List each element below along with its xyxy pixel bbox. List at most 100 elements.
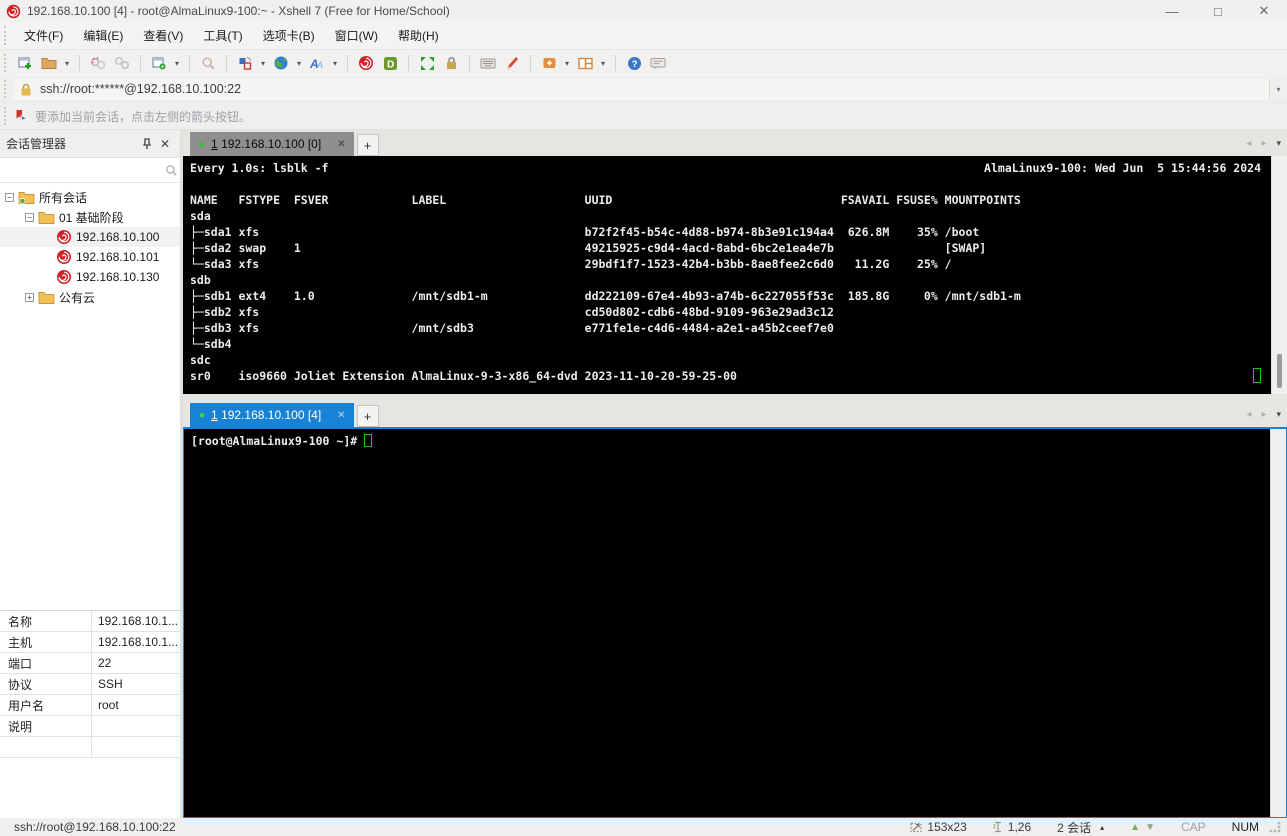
- tab-list-dropdown-icon[interactable]: ▾: [1276, 138, 1281, 149]
- property-value[interactable]: 192.168.10.1...: [92, 614, 183, 628]
- web-browser-dropdown[interactable]: ▾: [294, 59, 304, 68]
- tab-close-icon[interactable]: ✕: [337, 139, 345, 150]
- status-session-count[interactable]: 2 会话 ▴: [1057, 819, 1104, 836]
- pane-splitter[interactable]: [183, 394, 1287, 401]
- color-scheme-button[interactable]: [234, 52, 256, 74]
- open-session-dropdown[interactable]: ▾: [62, 59, 72, 68]
- menu-help[interactable]: 帮助(H): [388, 23, 449, 48]
- scrollbar-thumb[interactable]: [1277, 354, 1282, 388]
- find-button[interactable]: [197, 52, 219, 74]
- session-search-icon[interactable]: [163, 164, 180, 177]
- tab-scroll-right-icon[interactable]: ▸: [1261, 409, 1266, 420]
- menu-tab[interactable]: 选项卡(B): [253, 23, 325, 48]
- new-session-button[interactable]: [14, 52, 36, 74]
- xftp-app-button[interactable]: D: [379, 52, 401, 74]
- property-value[interactable]: SSH: [92, 677, 183, 691]
- close-button[interactable]: ✕: [1241, 0, 1287, 22]
- menu-file[interactable]: 文件(F): [14, 23, 73, 48]
- property-row-protocol[interactable]: 协议 SSH: [0, 674, 183, 695]
- resize-grip[interactable]: [1269, 821, 1281, 833]
- maximize-button[interactable]: □: [1195, 0, 1241, 22]
- tree-label[interactable]: 192.168.10.130: [76, 270, 159, 284]
- tile-layout-button[interactable]: [574, 52, 596, 74]
- tree-node-all-sessions[interactable]: − 所有会话: [0, 187, 180, 207]
- tab-nav-bottom: ◂ ▸ ▾: [1246, 401, 1281, 427]
- tree-label[interactable]: 所有会话: [39, 189, 87, 206]
- tab-session-watch[interactable]: ● 1 192.168.10.100 [0] ✕: [190, 132, 354, 156]
- tile-layout-dropdown[interactable]: ▾: [598, 59, 608, 68]
- web-browser-button[interactable]: [270, 52, 292, 74]
- menu-edit[interactable]: 编辑(E): [73, 23, 133, 48]
- menubar-grip[interactable]: [4, 26, 9, 45]
- tree-label[interactable]: 公有云: [59, 289, 95, 306]
- property-value[interactable]: 192.168.10.1...: [92, 635, 183, 649]
- font-dropdown[interactable]: ▾: [330, 59, 340, 68]
- tree-label[interactable]: 192.168.10.101: [76, 250, 159, 264]
- toolbar-grip[interactable]: [4, 53, 9, 73]
- reconnect-button[interactable]: [111, 52, 133, 74]
- addressbar-grip[interactable]: [4, 79, 9, 99]
- lock-screen-button[interactable]: [440, 52, 462, 74]
- tree-node-session-100[interactable]: 192.168.10.100: [0, 227, 180, 247]
- property-key: 用户名: [0, 695, 92, 715]
- session-search-input[interactable]: [0, 158, 163, 182]
- new-file-button[interactable]: [538, 52, 560, 74]
- property-value[interactable]: root: [92, 698, 183, 712]
- open-session-button[interactable]: [38, 52, 60, 74]
- expand-icon[interactable]: +: [25, 292, 34, 302]
- new-tab-button[interactable]: +: [356, 405, 379, 427]
- property-row-port[interactable]: 端口 22: [0, 653, 183, 674]
- tab-scroll-left-icon[interactable]: ◂: [1246, 138, 1251, 149]
- feedback-button[interactable]: [647, 52, 669, 74]
- tab-session-active[interactable]: ● 1 192.168.10.100 [4] ✕: [190, 403, 354, 427]
- terminal-shell-scrollbar[interactable]: [1270, 429, 1286, 817]
- terminal-shell[interactable]: [root@AlmaLinux9-100 ~]#: [183, 429, 1287, 818]
- property-row-description[interactable]: 说明: [0, 716, 183, 737]
- add-session-flag-icon[interactable]: [14, 109, 28, 123]
- session-count-dropdown-icon[interactable]: ▴: [1100, 823, 1104, 832]
- session-manager-panel: 会话管理器 ✕ − 所有会话 − 01 基础阶段 192.168.10.100 …: [0, 130, 183, 818]
- session-properties-button[interactable]: [148, 52, 170, 74]
- font-button[interactable]: AA: [306, 52, 328, 74]
- fullscreen-button[interactable]: [416, 52, 438, 74]
- color-scheme-dropdown[interactable]: ▾: [258, 59, 268, 68]
- tab-scroll-left-icon[interactable]: ◂: [1246, 409, 1251, 420]
- tree-node-session-101[interactable]: 192.168.10.101: [0, 247, 180, 267]
- collapse-icon[interactable]: −: [5, 192, 14, 202]
- virtual-keyboard-button[interactable]: [477, 52, 499, 74]
- infobar-grip[interactable]: [4, 106, 9, 126]
- terminal-watch-scrollbar[interactable]: [1271, 156, 1287, 394]
- address-field[interactable]: ssh://root:******@192.168.10.100:22: [14, 78, 1269, 100]
- tree-node-folder-cloud[interactable]: + 公有云: [0, 287, 180, 307]
- property-row-name[interactable]: 名称 192.168.10.1...: [0, 611, 183, 632]
- pin-panel-icon[interactable]: [138, 135, 156, 153]
- new-tab-button[interactable]: +: [356, 134, 379, 156]
- tab-close-icon[interactable]: ✕: [337, 410, 345, 421]
- property-value[interactable]: 22: [92, 656, 183, 670]
- close-panel-icon[interactable]: ✕: [156, 135, 174, 153]
- upload-arrow-icon[interactable]: ▲: [1130, 822, 1140, 833]
- new-file-dropdown[interactable]: ▾: [562, 59, 572, 68]
- help-button[interactable]: ?: [623, 52, 645, 74]
- xshell-app-button[interactable]: [355, 52, 377, 74]
- tree-label[interactable]: 01 基础阶段: [59, 209, 124, 226]
- menu-tools[interactable]: 工具(T): [193, 23, 252, 48]
- address-url[interactable]: ssh://root:******@192.168.10.100:22: [40, 82, 241, 96]
- terminal-watch[interactable]: Every 1.0s: lsblk -f AlmaLinux9-100: Wed…: [183, 156, 1287, 394]
- tree-label[interactable]: 192.168.10.100: [76, 230, 159, 244]
- tab-scroll-right-icon[interactable]: ▸: [1261, 138, 1266, 149]
- minimize-button[interactable]: —: [1149, 0, 1195, 22]
- session-properties-dropdown[interactable]: ▾: [172, 59, 182, 68]
- menu-view[interactable]: 查看(V): [133, 23, 193, 48]
- highlighter-button[interactable]: [501, 52, 523, 74]
- tree-node-session-130[interactable]: 192.168.10.130: [0, 267, 180, 287]
- download-arrow-icon[interactable]: ▼: [1145, 822, 1155, 833]
- disconnect-button[interactable]: [87, 52, 109, 74]
- address-dropdown[interactable]: ▾: [1269, 78, 1287, 100]
- property-row-host[interactable]: 主机 192.168.10.1...: [0, 632, 183, 653]
- menu-window[interactable]: 窗口(W): [325, 23, 388, 48]
- tree-node-folder-basic[interactable]: − 01 基础阶段: [0, 207, 180, 227]
- property-row-username[interactable]: 用户名 root: [0, 695, 183, 716]
- collapse-icon[interactable]: −: [25, 212, 34, 222]
- tab-list-dropdown-icon[interactable]: ▾: [1276, 409, 1281, 420]
